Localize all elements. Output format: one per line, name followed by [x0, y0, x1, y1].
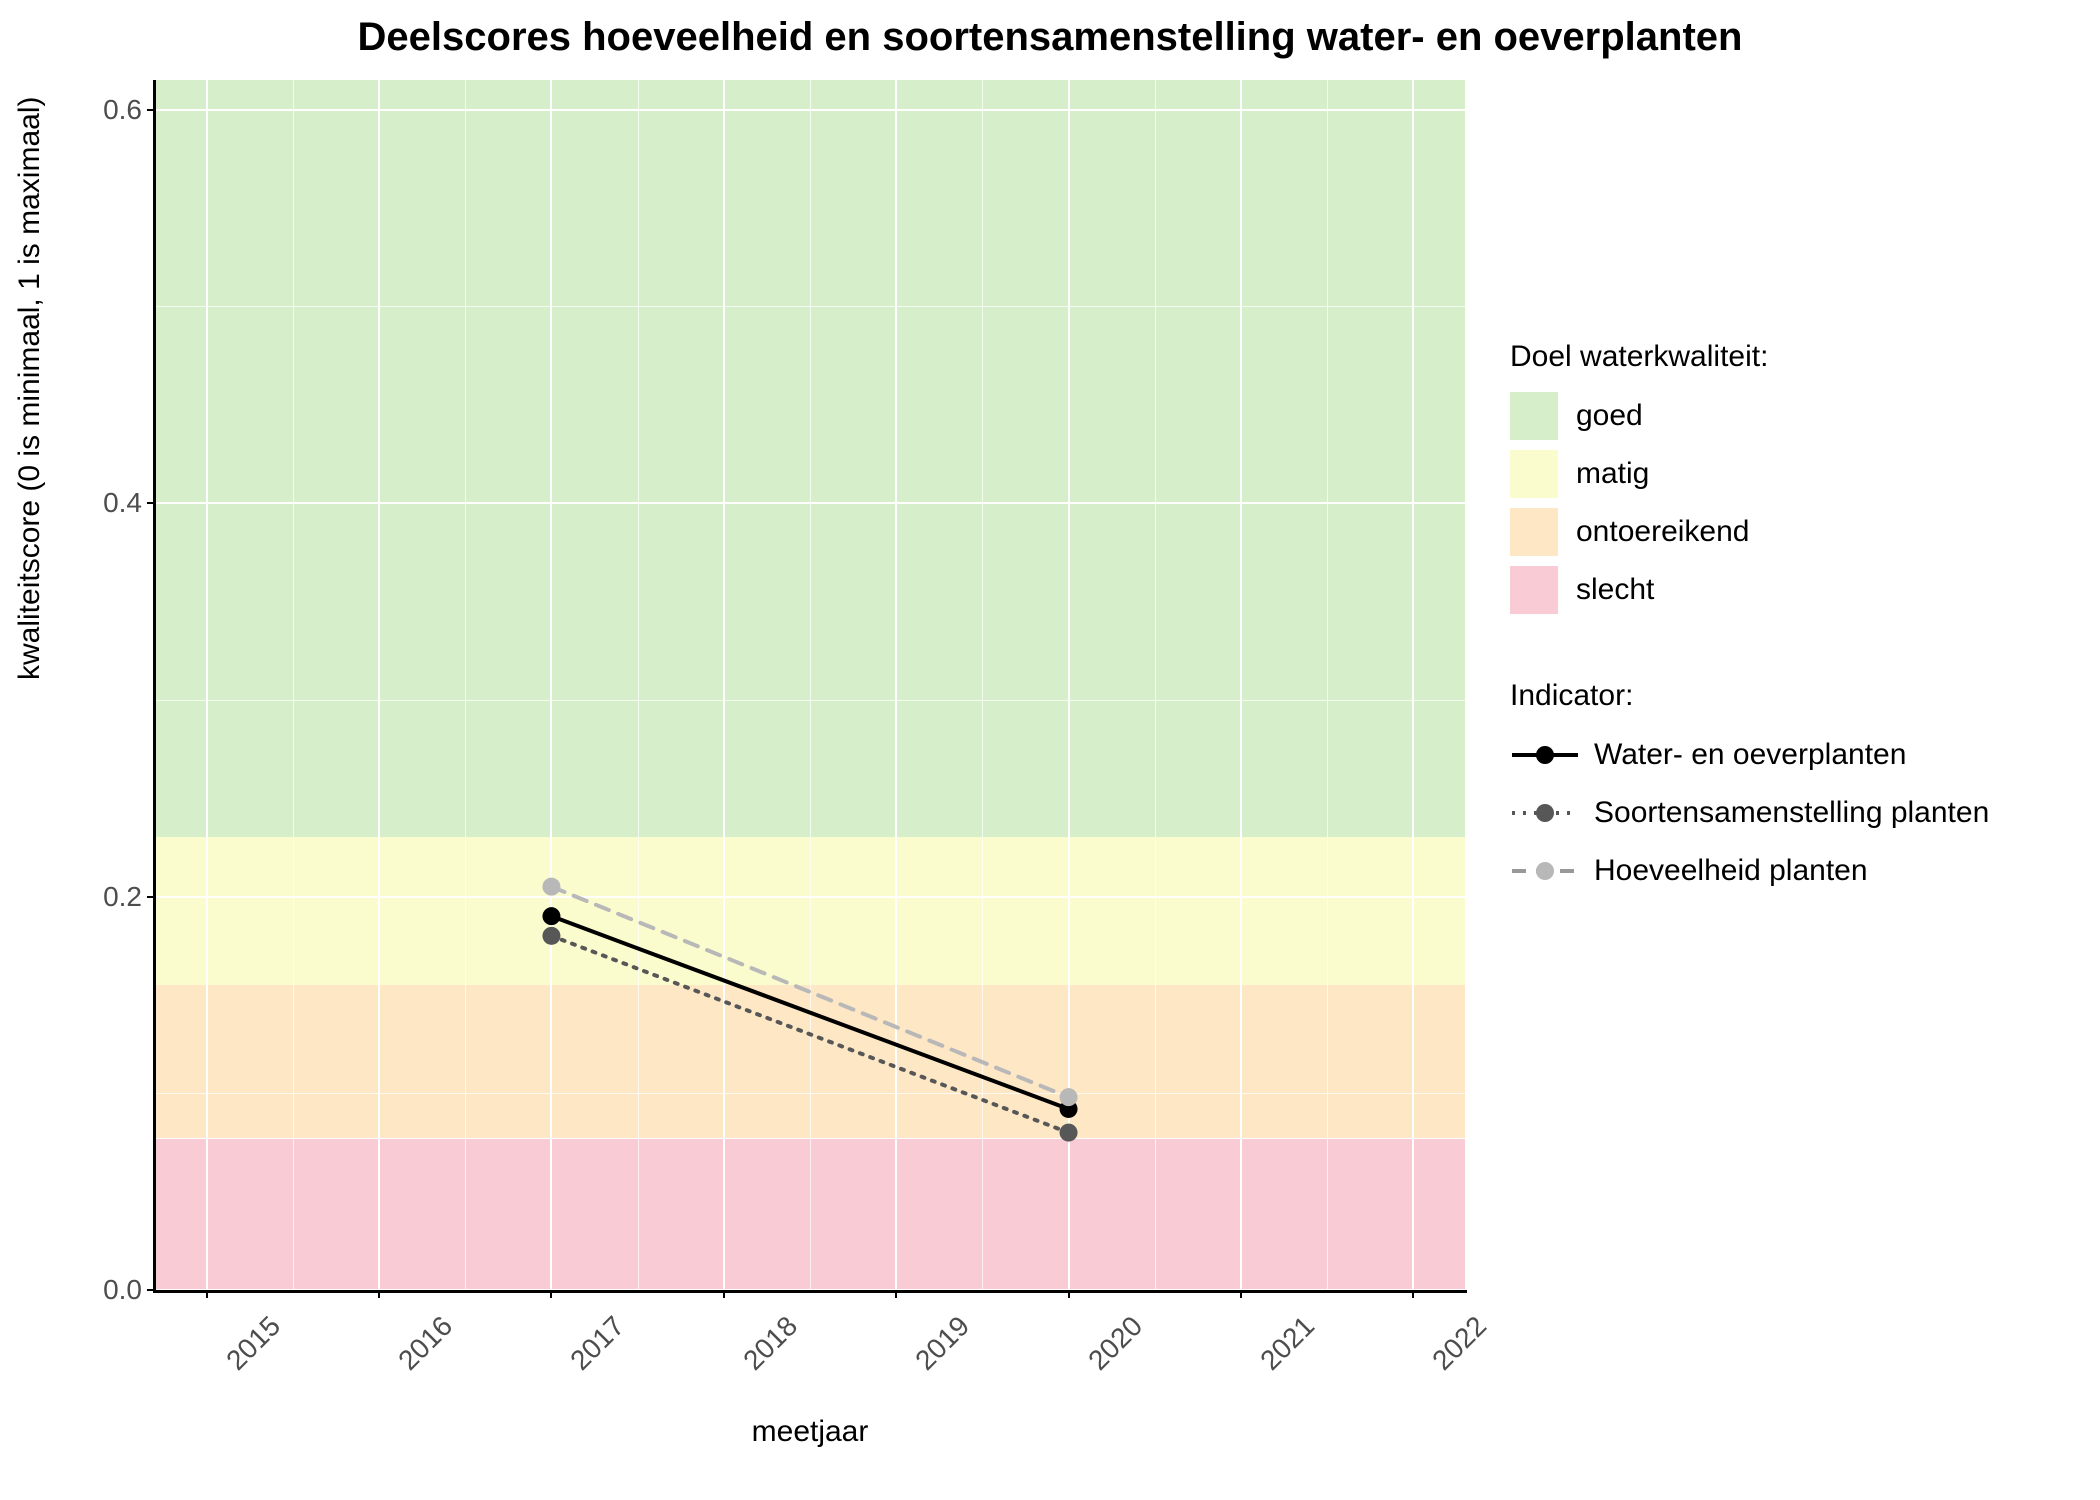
legend-line-swatch	[1510, 731, 1580, 779]
x-tick-label: 2019	[909, 1310, 976, 1377]
x-tick	[1412, 1290, 1414, 1298]
data-lines	[155, 80, 1465, 1290]
legend-series-items: Water- en oeverplanten Soortensamenstelli…	[1510, 731, 1989, 895]
x-axis-title: meetjaar	[155, 1415, 1465, 1449]
legend-series-item: Soortensamenstelling planten	[1510, 789, 1989, 837]
chart-container: Deelscores hoeveelheid en soortensamenst…	[0, 0, 2100, 1500]
legend-line-swatch	[1510, 789, 1580, 837]
x-tick-label: 2018	[737, 1310, 804, 1377]
legend-series-title: Indicator:	[1510, 679, 1989, 713]
plot-area	[155, 80, 1465, 1290]
x-tick	[895, 1290, 897, 1298]
legend-series-label: Water- en oeverplanten	[1594, 738, 1906, 772]
x-tick	[1240, 1290, 1242, 1298]
x-tick	[1068, 1290, 1070, 1298]
y-tick	[147, 1289, 155, 1291]
legend-series-label: Hoeveelheid planten	[1594, 854, 1868, 888]
y-tick-label: 0.6	[103, 94, 142, 126]
y-tick-label: 0.4	[103, 487, 142, 519]
series-line	[551, 936, 1068, 1133]
data-point	[542, 878, 560, 896]
legend-bands-items: goed matig ontoereikend slecht	[1510, 392, 1989, 614]
y-tick-label: 0.2	[103, 881, 142, 913]
legend: Doel waterkwaliteit: goed matig ontoereike…	[1510, 340, 1989, 905]
y-tick	[147, 896, 155, 898]
legend-band-item: goed	[1510, 392, 1989, 440]
legend-band-item: slecht	[1510, 566, 1989, 614]
x-tick	[723, 1290, 725, 1298]
x-tick	[378, 1290, 380, 1298]
data-point	[542, 927, 560, 945]
data-point	[542, 907, 560, 925]
legend-bands-title: Doel waterkwaliteit:	[1510, 340, 1989, 374]
x-tick	[550, 1290, 552, 1298]
data-point	[1060, 1124, 1078, 1142]
y-tick	[147, 109, 155, 111]
legend-swatch	[1510, 392, 1558, 440]
x-axis-line	[153, 1290, 1467, 1293]
legend-band-label: slecht	[1576, 573, 1654, 607]
y-tick	[147, 502, 155, 504]
y-axis-title: kwaliteitscore (0 is minimaal, 1 is maxi…	[13, 97, 47, 680]
x-tick-label: 2020	[1082, 1310, 1149, 1377]
x-tick-label: 2015	[220, 1310, 287, 1377]
legend-band-item: matig	[1510, 450, 1989, 498]
legend-band-item: ontoereikend	[1510, 508, 1989, 556]
legend-band-label: matig	[1576, 457, 1649, 491]
y-tick-label: 0.0	[103, 1274, 142, 1306]
series-line	[551, 887, 1068, 1098]
legend-band-label: goed	[1576, 399, 1643, 433]
legend-band-label: ontoereikend	[1576, 515, 1749, 549]
legend-swatch	[1510, 508, 1558, 556]
x-tick-label: 2016	[392, 1310, 459, 1377]
legend-series-label: Soortensamenstelling planten	[1594, 796, 1989, 830]
series-line	[551, 916, 1068, 1109]
x-tick-label: 2017	[565, 1310, 632, 1377]
x-tick-label: 2022	[1427, 1310, 1494, 1377]
x-tick-label: 2021	[1254, 1310, 1321, 1377]
legend-series-item: Hoeveelheid planten	[1510, 847, 1989, 895]
legend-swatch	[1510, 450, 1558, 498]
y-axis-line	[153, 80, 156, 1292]
legend-swatch	[1510, 566, 1558, 614]
data-point	[1060, 1088, 1078, 1106]
legend-line-swatch	[1510, 847, 1580, 895]
chart-title: Deelscores hoeveelheid en soortensamenst…	[0, 15, 2100, 60]
x-tick	[206, 1290, 208, 1298]
legend-series-item: Water- en oeverplanten	[1510, 731, 1989, 779]
